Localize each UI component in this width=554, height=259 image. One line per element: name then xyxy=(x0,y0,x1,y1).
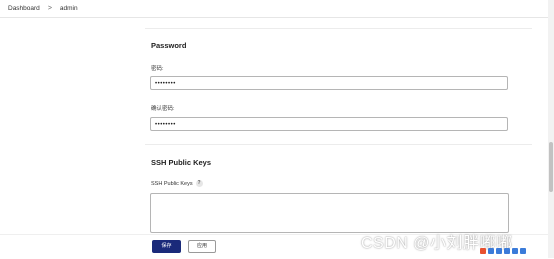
help-icon[interactable]: ? xyxy=(195,180,203,187)
system-tray xyxy=(480,248,526,257)
chevron-right-icon: > xyxy=(47,5,52,12)
tray-icon[interactable] xyxy=(488,248,494,254)
confirm-password-input[interactable]: •••••••• xyxy=(150,117,508,131)
password-input[interactable]: •••••••• xyxy=(150,76,508,90)
breadcrumb-dashboard[interactable]: Dashboard xyxy=(8,5,40,12)
save-button[interactable]: 保存 xyxy=(152,240,181,253)
ime-icon[interactable] xyxy=(480,248,486,254)
confirm-password-label: 确认密码: xyxy=(151,106,175,112)
ssh-keys-textarea[interactable] xyxy=(150,193,509,233)
password-section-title: Password xyxy=(151,41,187,50)
section-divider xyxy=(145,144,532,145)
vertical-scrollbar[interactable] xyxy=(548,0,554,258)
section-divider xyxy=(145,28,532,29)
tray-icon[interactable] xyxy=(520,248,526,254)
breadcrumb-admin[interactable]: admin xyxy=(60,5,78,12)
scrollbar-thumb[interactable] xyxy=(549,142,553,192)
tray-icon[interactable] xyxy=(504,248,510,254)
tray-icon[interactable] xyxy=(496,248,502,254)
password-label: 密码: xyxy=(151,66,164,72)
ssh-section-title: SSH Public Keys xyxy=(151,158,212,167)
breadcrumb: Dashboard > admin xyxy=(0,0,548,18)
tray-icon[interactable] xyxy=(512,248,518,254)
ssh-keys-label: SSH Public Keys? xyxy=(151,180,203,187)
apply-button[interactable]: 应用 xyxy=(188,240,216,253)
ssh-keys-label-text: SSH Public Keys xyxy=(151,180,193,187)
